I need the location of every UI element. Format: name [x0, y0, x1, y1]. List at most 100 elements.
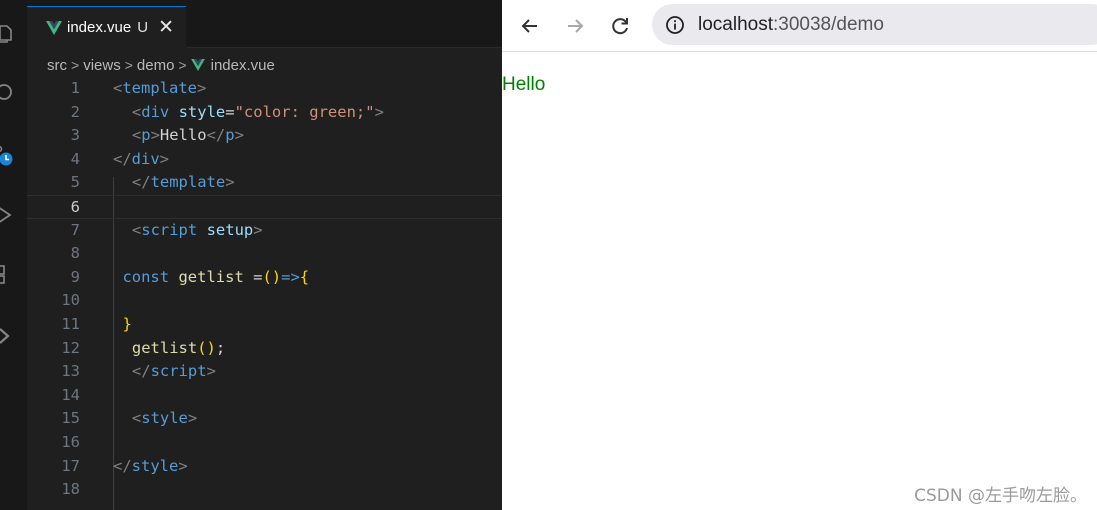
breadcrumb-src[interactable]: src	[47, 57, 67, 74]
chevron-right-icon: >	[124, 57, 133, 73]
code-token: div	[141, 102, 170, 121]
code-line[interactable]: 4 </div>	[27, 148, 502, 172]
code-token: style	[131, 456, 179, 475]
code-text: </script>	[132, 360, 216, 384]
code-token: >	[234, 126, 244, 145]
code-line[interactable]: 10	[27, 289, 502, 313]
code-token: green	[309, 102, 356, 121]
code-token: </	[113, 149, 132, 168]
code-token: p	[141, 126, 151, 145]
tab-label: index.vue	[67, 19, 132, 36]
code-token: getlist	[178, 267, 244, 286]
editor-tab-strip: index.vue U ✕	[27, 0, 502, 48]
line-number: 7	[70, 220, 80, 239]
breadcrumb-file[interactable]: index.vue	[211, 57, 275, 74]
code-token: ;	[215, 338, 226, 357]
back-button[interactable]	[518, 14, 542, 38]
code-line[interactable]: 14	[27, 384, 502, 408]
code-line[interactable]: 6	[27, 195, 502, 219]
code-token: >	[159, 149, 170, 168]
code-text: const getlist =()=>{	[122, 266, 309, 290]
code-token: ()	[197, 338, 216, 357]
code-line[interactable]: 16	[27, 431, 502, 455]
code-text: }	[122, 313, 131, 337]
search-icon[interactable]	[0, 82, 14, 102]
vue-file-icon	[190, 59, 205, 71]
code-token: }	[122, 315, 132, 333]
forward-button[interactable]	[563, 14, 587, 38]
code-token: =>	[281, 267, 300, 286]
vue-file-icon	[46, 20, 62, 35]
code-line[interactable]: 9 const getlist =()=>{	[27, 266, 502, 290]
code-line[interactable]: 18	[27, 478, 502, 502]
explorer-icon[interactable]	[0, 24, 14, 44]
code-line[interactable]: 2 <div style="color: green;">	[27, 101, 502, 125]
code-token: >	[206, 362, 216, 381]
code-token: ()	[262, 267, 282, 286]
code-token: template	[150, 173, 226, 192]
line-number: 9	[70, 267, 80, 286]
code-line[interactable]: 11}	[27, 313, 502, 337]
code-line[interactable]: 13 </script>	[27, 360, 502, 384]
remote-icon[interactable]	[0, 326, 14, 346]
url-host: localhost	[698, 13, 773, 35]
info-icon[interactable]	[665, 15, 685, 35]
breadcrumb: src > views > demo > index.vue	[47, 55, 275, 75]
code-token: =	[225, 102, 235, 121]
code-token: </	[206, 126, 226, 145]
code-token: >	[253, 220, 263, 239]
line-number: 2	[70, 102, 80, 121]
code-text: <script setup>	[132, 219, 263, 243]
breadcrumb-demo[interactable]: demo	[137, 57, 175, 74]
code-token: >	[374, 102, 384, 121]
code-token: >	[225, 173, 235, 192]
code-token: script	[141, 220, 198, 239]
tab-untracked-badge: U	[137, 19, 149, 36]
code-token: template	[122, 79, 197, 97]
code-token: getlist	[131, 338, 198, 357]
code-token: <	[131, 220, 142, 239]
line-number: 11	[61, 315, 80, 333]
code-line[interactable]: 5 </template>	[27, 171, 502, 195]
code-token: script	[150, 362, 207, 381]
url-path: :30038/demo	[773, 13, 884, 35]
address-bar[interactable]: localhost:30038/demo	[652, 4, 1097, 45]
line-number: 6	[70, 198, 80, 216]
code-token: </	[131, 362, 151, 381]
code-text: </template>	[132, 171, 235, 195]
extensions-icon[interactable]	[0, 264, 14, 284]
run-debug-icon[interactable]	[0, 205, 14, 225]
code-line[interactable]: 3 <p>Hello</p>	[27, 124, 502, 148]
line-number: 16	[61, 433, 80, 451]
activity-bar	[0, 0, 27, 510]
code-token: style	[178, 102, 226, 121]
line-number: 5	[70, 173, 80, 192]
code-token: div	[131, 149, 160, 168]
code-token: </	[131, 173, 151, 192]
url-text[interactable]: localhost:30038/demo	[698, 14, 884, 36]
code-token: Hello	[159, 126, 207, 145]
reload-button[interactable]	[608, 14, 632, 38]
code-token: >	[197, 79, 207, 97]
code-text: </div>	[113, 148, 169, 172]
code-text: <p>Hello</p>	[132, 124, 244, 148]
tab-index-vue[interactable]: index.vue U ✕	[27, 6, 186, 48]
line-number: 1	[70, 79, 80, 97]
code-line[interactable]: 7 <script setup>	[27, 219, 502, 243]
code-line[interactable]: 12 getlist();	[27, 337, 502, 361]
code-token: <	[113, 79, 123, 97]
page-hello-text: Hello	[502, 74, 546, 95]
line-number: 14	[61, 385, 80, 404]
code-token: <	[131, 102, 142, 121]
code-line[interactable]: 17 </style>	[27, 455, 502, 479]
code-token: setup	[206, 220, 254, 239]
browser-toolbar: localhost:30038/demo	[502, 0, 1097, 52]
code-line[interactable]: 15 <style>	[27, 407, 502, 431]
source-control-icon[interactable]	[0, 146, 14, 166]
line-number: 13	[61, 362, 80, 381]
code-line[interactable]: 1 <template>	[27, 77, 502, 101]
code-line[interactable]: 8	[27, 242, 502, 266]
code-text: <style>	[132, 407, 197, 431]
close-tab-icon[interactable]: ✕	[158, 18, 174, 37]
breadcrumb-views[interactable]: views	[83, 57, 121, 74]
